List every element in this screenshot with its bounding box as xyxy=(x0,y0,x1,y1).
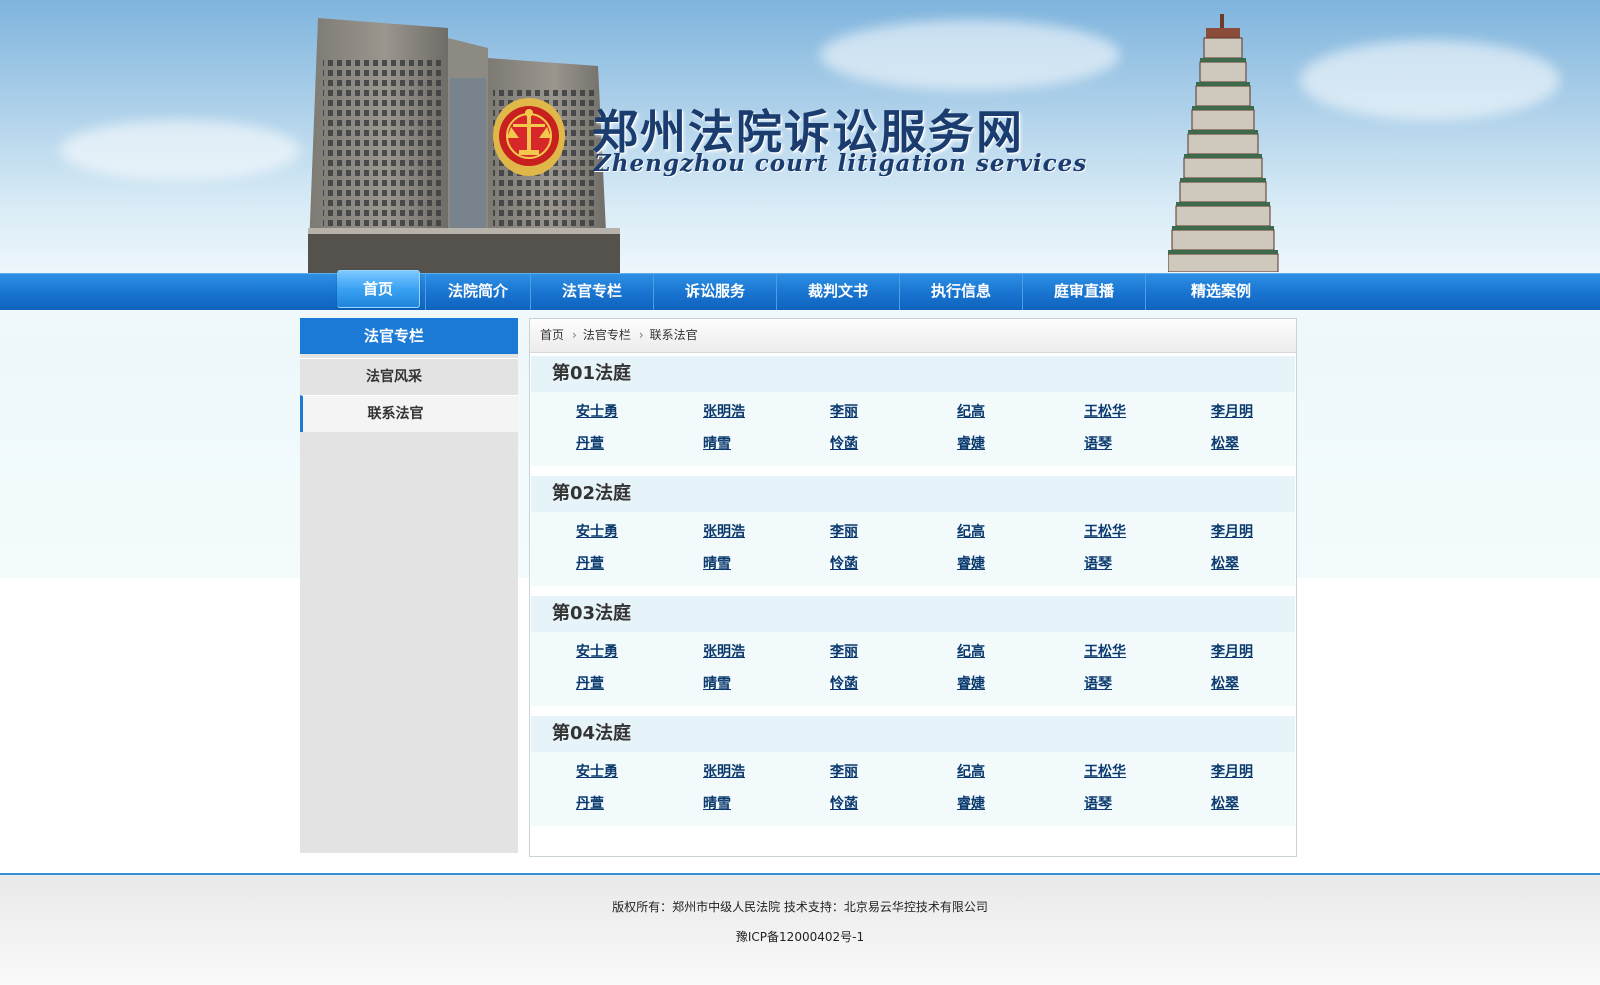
breadcrumb-home[interactable]: 首页 xyxy=(540,328,564,342)
nav-litigation-services[interactable]: 诉讼服务 xyxy=(653,274,776,310)
judge-name-link[interactable]: 王松华 xyxy=(1084,400,1211,424)
breadcrumb: 首页 › 法官专栏 › 联系法官 xyxy=(530,319,1296,353)
judge-name-link[interactable]: 张明浩 xyxy=(703,760,830,784)
judge-name-link[interactable]: 李月明 xyxy=(1211,520,1338,544)
cloud-decoration xyxy=(60,120,300,180)
judge-names-grid: 安士勇 张明浩 李丽 纪高 王松华 李月明 丹萱 晴雪 怜菡 睿婕 语琴 松翠 xyxy=(531,752,1295,826)
judge-name-link[interactable]: 丹萱 xyxy=(576,432,703,456)
judge-name-link[interactable]: 语琴 xyxy=(1084,432,1211,456)
judge-names-grid: 安士勇 张明浩 李丽 纪高 王松华 李月明 丹萱 晴雪 怜菡 睿婕 语琴 松翠 xyxy=(531,392,1295,466)
judge-name-link[interactable]: 李月明 xyxy=(1211,400,1338,424)
judge-name-link[interactable]: 怜菡 xyxy=(830,432,957,456)
sidebar-heading: 法官专栏 xyxy=(300,318,518,354)
court-list: 第01法庭 安士勇 张明浩 李丽 纪高 王松华 李月明 丹萱 晴雪 怜菡 睿婕 语琴 松翠 第02法庭 安士… xyxy=(531,356,1295,836)
judge-name-link[interactable]: 丹萱 xyxy=(576,672,703,696)
judge-name-link[interactable]: 晴雪 xyxy=(703,552,830,576)
footer-icp: 豫ICP备12000402号-1 xyxy=(735,930,865,944)
nav-selected-cases[interactable]: 精选案例 xyxy=(1145,274,1296,310)
judge-name-link[interactable]: 李丽 xyxy=(830,640,957,664)
header-banner: 郑州法院诉讼服务网 Zhengzhou court litigation ser… xyxy=(0,0,1600,273)
judge-name-link[interactable]: 怜菡 xyxy=(830,792,957,816)
court-section: 第03法庭 安士勇 张明浩 李丽 纪高 王松华 李月明 丹萱 晴雪 怜菡 睿婕 语琴 松翠 xyxy=(531,596,1295,706)
court-title: 第02法庭 xyxy=(531,476,1295,512)
main-content: 首页 › 法官专栏 › 联系法官 第01法庭 安士勇 张明浩 李丽 纪高 王松华 李月明 丹萱 晴雪 怜菡… xyxy=(529,318,1297,857)
judge-name-link[interactable]: 晴雪 xyxy=(703,432,830,456)
judge-name-link[interactable]: 李月明 xyxy=(1211,640,1338,664)
judge-name-link[interactable]: 睿婕 xyxy=(957,552,1084,576)
judge-name-link[interactable]: 松翠 xyxy=(1211,552,1338,576)
sidebar-item-contact-judge[interactable]: 联系法官 xyxy=(300,395,518,432)
judge-name-link[interactable]: 张明浩 xyxy=(703,520,830,544)
nav-judgment-documents[interactable]: 裁判文书 xyxy=(776,274,899,310)
judge-name-link[interactable]: 语琴 xyxy=(1084,552,1211,576)
judge-name-link[interactable]: 松翠 xyxy=(1211,672,1338,696)
judge-name-link[interactable]: 怜菡 xyxy=(830,552,957,576)
court-emblem-icon xyxy=(493,98,565,176)
judge-name-link[interactable]: 松翠 xyxy=(1211,432,1338,456)
judge-name-link[interactable]: 怜菡 xyxy=(830,672,957,696)
judge-name-link[interactable]: 安士勇 xyxy=(576,400,703,424)
judge-name-link[interactable]: 张明浩 xyxy=(703,400,830,424)
court-title: 第03法庭 xyxy=(531,596,1295,632)
judge-name-link[interactable]: 李丽 xyxy=(830,400,957,424)
judge-name-link[interactable]: 晴雪 xyxy=(703,792,830,816)
court-title: 第01法庭 xyxy=(531,356,1295,392)
judge-name-link[interactable]: 松翠 xyxy=(1211,792,1338,816)
footer: 版权所有：郑州市中级人民法院 技术支持：北京易云华控技术有限公司 豫ICP备12… xyxy=(0,875,1600,985)
judge-name-link[interactable]: 纪高 xyxy=(957,760,1084,784)
judge-name-link[interactable]: 丹萱 xyxy=(576,792,703,816)
judge-name-link[interactable]: 王松华 xyxy=(1084,520,1211,544)
judge-name-link[interactable]: 王松华 xyxy=(1084,640,1211,664)
footer-copyright: 版权所有：郑州市中级人民法院 技术支持：北京易云华控技术有限公司 xyxy=(612,900,988,914)
judge-names-grid: 安士勇 张明浩 李丽 纪高 王松华 李月明 丹萱 晴雪 怜菡 睿婕 语琴 松翠 xyxy=(531,632,1295,706)
breadcrumb-current: 联系法官 xyxy=(649,328,698,342)
sidebar: 法官专栏 法官风采 联系法官 xyxy=(300,318,518,853)
judge-name-link[interactable]: 丹萱 xyxy=(576,552,703,576)
chevron-right-icon: › xyxy=(572,328,577,342)
judge-name-link[interactable]: 晴雪 xyxy=(703,672,830,696)
judge-name-link[interactable]: 纪高 xyxy=(957,640,1084,664)
court-building-image xyxy=(308,18,620,273)
judge-names-grid: 安士勇 张明浩 李丽 纪高 王松华 李月明 丹萱 晴雪 怜菡 睿婕 语琴 松翠 xyxy=(531,512,1295,586)
judge-name-link[interactable]: 安士勇 xyxy=(576,640,703,664)
breadcrumb-judges-column[interactable]: 法官专栏 xyxy=(583,328,631,342)
judge-name-link[interactable]: 李丽 xyxy=(830,760,957,784)
chevron-right-icon: › xyxy=(638,328,644,342)
nav-enforcement-info[interactable]: 执行信息 xyxy=(899,274,1022,310)
main-nav: 首页 法院简介 法官专栏 诉讼服务 裁判文书 执行信息 庭审直播 精选案例 xyxy=(0,270,1600,310)
court-section: 第01法庭 安士勇 张明浩 李丽 纪高 王松华 李月明 丹萱 晴雪 怜菡 睿婕 语琴 松翠 xyxy=(531,356,1295,466)
court-section: 第04法庭 安士勇 张明浩 李丽 纪高 王松华 李月明 丹萱 晴雪 怜菡 睿婕 语琴 松翠 xyxy=(531,716,1295,826)
judge-name-link[interactable]: 睿婕 xyxy=(957,432,1084,456)
nav-home[interactable]: 首页 xyxy=(337,270,420,308)
judge-name-link[interactable]: 语琴 xyxy=(1084,792,1211,816)
judge-name-link[interactable]: 纪高 xyxy=(957,400,1084,424)
nav-court-intro[interactable]: 法院简介 xyxy=(425,274,530,310)
judge-name-link[interactable]: 纪高 xyxy=(957,520,1084,544)
judge-name-link[interactable]: 张明浩 xyxy=(703,640,830,664)
cloud-decoration xyxy=(1300,40,1560,120)
judge-name-link[interactable]: 语琴 xyxy=(1084,672,1211,696)
judge-name-link[interactable]: 睿婕 xyxy=(957,672,1084,696)
nav-judges-column[interactable]: 法官专栏 xyxy=(530,274,653,310)
judge-name-link[interactable]: 李丽 xyxy=(830,520,957,544)
nav-trial-live[interactable]: 庭审直播 xyxy=(1022,274,1145,310)
judge-name-link[interactable]: 安士勇 xyxy=(576,760,703,784)
judge-name-link[interactable]: 王松华 xyxy=(1084,760,1211,784)
judge-name-link[interactable]: 安士勇 xyxy=(576,520,703,544)
judge-name-link[interactable]: 李月明 xyxy=(1211,760,1338,784)
judge-name-link[interactable]: 睿婕 xyxy=(957,792,1084,816)
pagoda-tower-image xyxy=(1168,14,1279,272)
site-subtitle: Zhengzhou court litigation services xyxy=(594,150,1088,177)
cloud-decoration xyxy=(820,20,1120,90)
court-title: 第04法庭 xyxy=(531,716,1295,752)
court-section: 第02法庭 安士勇 张明浩 李丽 纪高 王松华 李月明 丹萱 晴雪 怜菡 睿婕 语琴 松翠 xyxy=(531,476,1295,586)
sidebar-item-judge-style[interactable]: 法官风采 xyxy=(300,358,518,395)
